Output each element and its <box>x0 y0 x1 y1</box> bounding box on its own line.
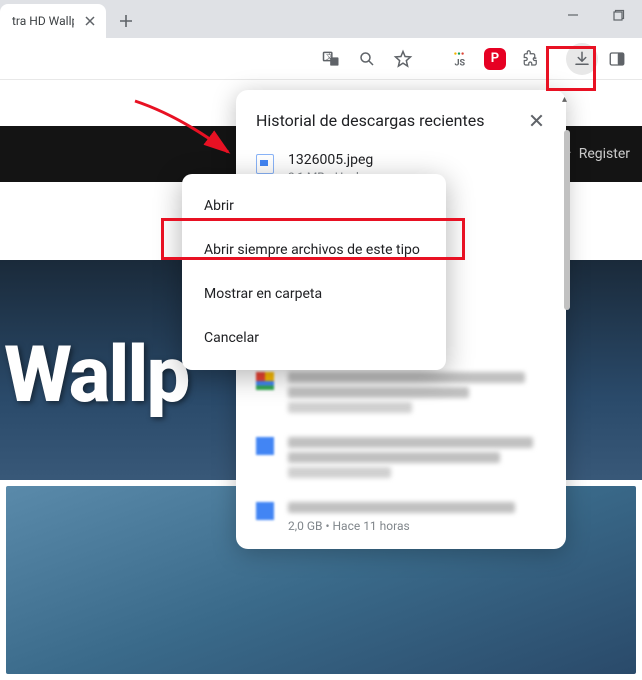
browser-tab[interactable]: tra HD Wallp <box>0 4 106 38</box>
download-filename: 1326005.jpeg <box>288 152 373 168</box>
file-image-icon <box>256 154 274 174</box>
close-popup-button[interactable] <box>522 106 550 134</box>
tab-title: tra HD Wallp <box>12 14 74 28</box>
pinterest-icon: P <box>484 48 506 70</box>
close-tab-icon[interactable] <box>82 13 98 29</box>
svg-text:JS: JS <box>455 58 466 68</box>
translate-icon[interactable]: 文 <box>314 43 348 75</box>
sidepanel-icon[interactable] <box>600 43 634 75</box>
download-item-blurred: 2,0 GB • Hace 11 horas <box>236 490 566 541</box>
pinterest-extension[interactable]: P <box>478 43 512 75</box>
zoom-icon[interactable] <box>350 43 384 75</box>
downloads-button[interactable] <box>566 43 598 75</box>
tab-strip: tra HD Wallp <box>0 0 642 38</box>
maximize-button[interactable] <box>596 0 642 30</box>
download-meta: 2,0 GB • Hace 11 horas <box>288 519 546 533</box>
svg-text:文: 文 <box>326 52 333 61</box>
new-tab-button[interactable] <box>112 7 140 35</box>
register-link[interactable]: Register <box>579 146 630 162</box>
browser-toolbar: 文 JS P <box>0 38 642 80</box>
ctx-cancel[interactable]: Cancelar <box>182 316 446 360</box>
minimize-button[interactable] <box>550 0 596 30</box>
scroll-up-arrow[interactable]: ▴ <box>562 94 572 104</box>
window-controls <box>550 0 642 30</box>
scroll-thumb[interactable] <box>564 130 570 310</box>
js-extension-icon[interactable]: JS <box>442 43 476 75</box>
extensions-puzzle-icon[interactable] <box>514 43 548 75</box>
ctx-always-open-type[interactable]: Abrir siempre archivos de este tipo <box>182 228 446 272</box>
popup-title: Historial de descargas recientes <box>256 111 484 130</box>
ctx-open[interactable]: Abrir <box>182 184 446 228</box>
popup-scrollbar[interactable]: ▴ <box>564 94 570 564</box>
bookmark-star-icon[interactable] <box>386 43 420 75</box>
ctx-show-in-folder[interactable]: Mostrar en carpeta <box>182 272 446 316</box>
download-item-blurred <box>236 425 566 490</box>
hero-text: Wallp <box>0 330 188 421</box>
download-context-menu: Abrir Abrir siempre archivos de este tip… <box>182 174 446 370</box>
